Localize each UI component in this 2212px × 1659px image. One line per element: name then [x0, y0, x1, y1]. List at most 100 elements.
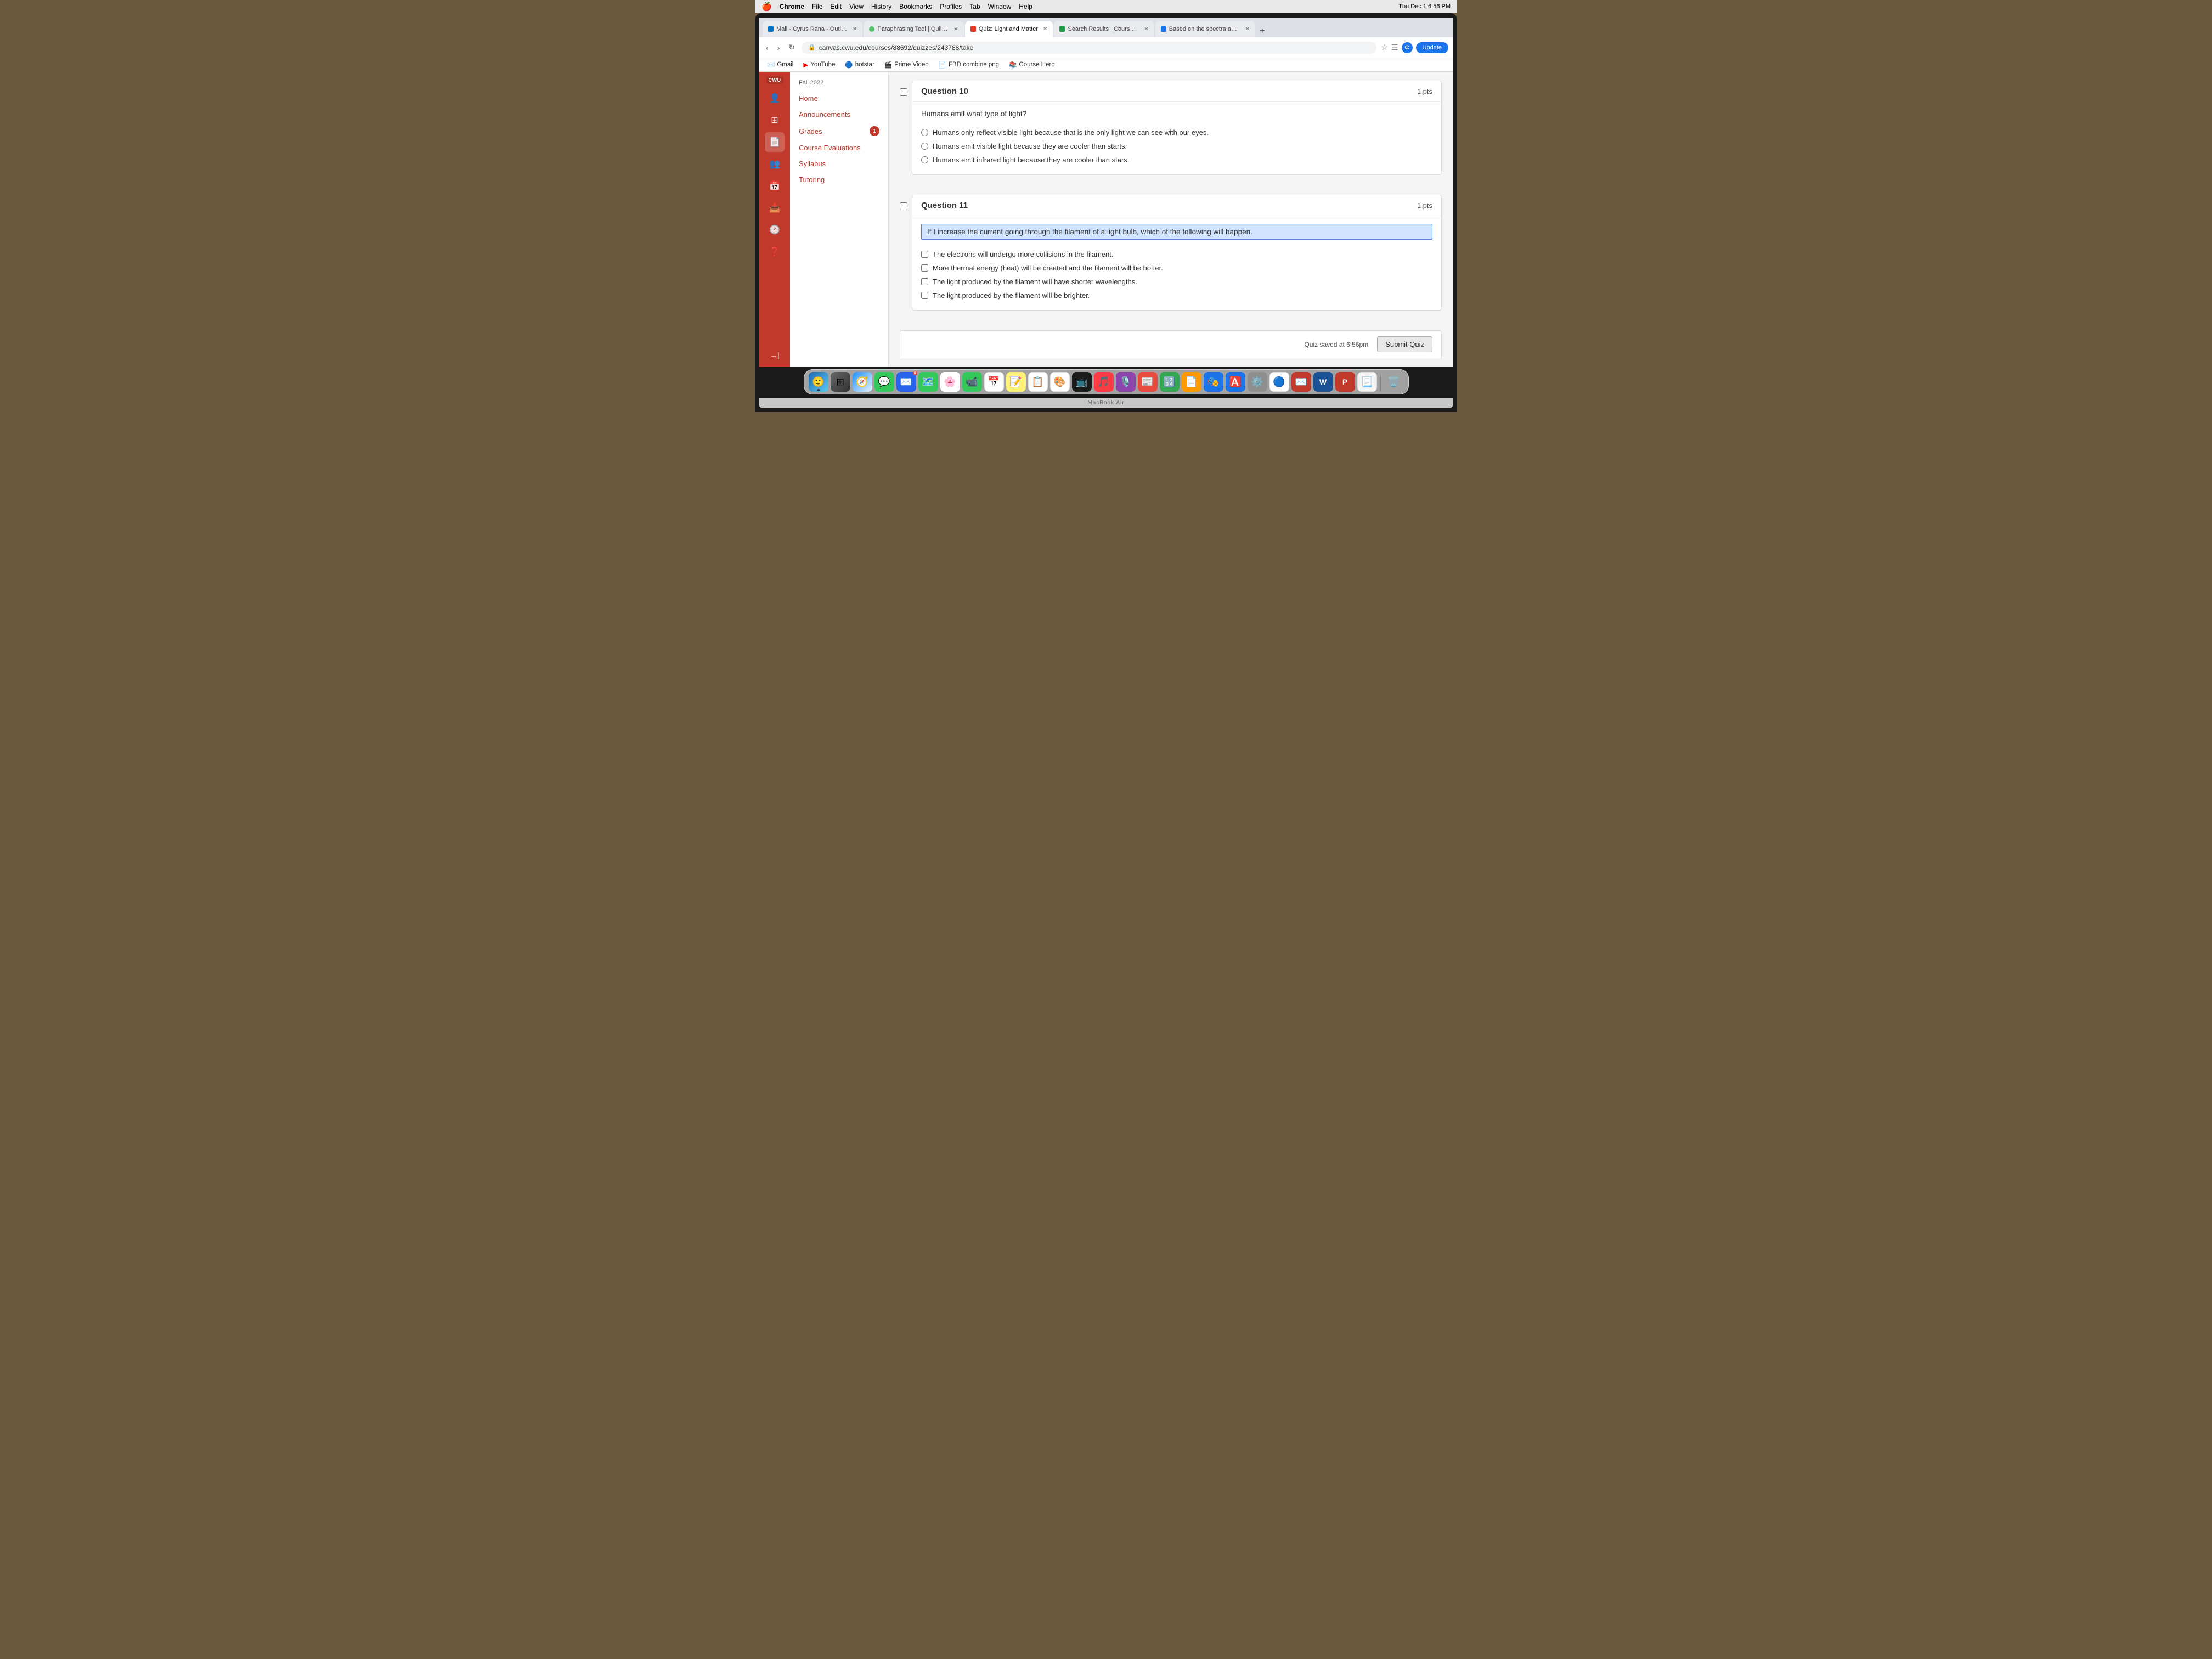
- question10-bookmark[interactable]: [900, 88, 907, 96]
- question10-option-c[interactable]: Humans emit infrared light because they …: [921, 153, 1432, 167]
- question11-checkbox-c[interactable]: [921, 278, 928, 285]
- quiz-area: Question 10 1 pts Humans emit what type …: [889, 72, 1453, 367]
- question10-radio-c[interactable]: [921, 156, 928, 163]
- tab-spectra[interactable]: Based on the spectra above, w ✕: [1155, 21, 1255, 37]
- close-tab-spectra[interactable]: ✕: [1245, 26, 1250, 32]
- forward-button[interactable]: ›: [775, 42, 782, 53]
- bookmark-coursehero[interactable]: 📚 Course Hero: [1007, 60, 1057, 70]
- bookmark-fbd[interactable]: 📄 FBD combine.png: [936, 60, 1001, 70]
- menu-file[interactable]: File: [812, 3, 822, 10]
- dock-mail2[interactable]: ✉️: [1291, 372, 1311, 392]
- dock-music[interactable]: 🎵: [1094, 372, 1114, 392]
- question10-option-b[interactable]: Humans emit visible light because they a…: [921, 139, 1432, 153]
- dock-word[interactable]: W: [1313, 372, 1333, 392]
- dock-maps[interactable]: 🗺️: [918, 372, 938, 392]
- question11-option-c[interactable]: The light produced by the filament will …: [921, 275, 1432, 289]
- url-input[interactable]: 🔒 canvas.cwu.edu/courses/88692/quizzes/2…: [802, 42, 1376, 54]
- question10-card: Question 10 1 pts Humans emit what type …: [912, 81, 1442, 175]
- nav-evaluations[interactable]: Course Evaluations: [790, 140, 888, 156]
- question11-bookmark[interactable]: [900, 202, 907, 210]
- close-tab-quillbot[interactable]: ✕: [953, 26, 958, 32]
- dock-finder[interactable]: 🙂: [809, 372, 828, 392]
- bookmark-gmail[interactable]: ✉️ Gmail: [765, 60, 795, 70]
- question10-label-c: Humans emit infrared light because they …: [933, 156, 1129, 164]
- bookmark-hotstar[interactable]: 🔵 hotstar: [843, 60, 877, 70]
- menu-edit[interactable]: Edit: [830, 3, 842, 10]
- tab-quillbot[interactable]: Paraphrasing Tool | QuillBot AI ✕: [864, 21, 963, 37]
- tab-coursehero[interactable]: Search Results | Course Hero ✕: [1054, 21, 1154, 37]
- close-tab-mail[interactable]: ✕: [853, 26, 857, 32]
- menu-tab[interactable]: Tab: [969, 3, 980, 10]
- dock-trash[interactable]: 🗑️: [1384, 372, 1404, 392]
- question11-option-a[interactable]: The electrons will undergo more collisio…: [921, 247, 1432, 261]
- sidebar-people[interactable]: 👥: [765, 154, 785, 174]
- reload-button[interactable]: ↻: [786, 42, 797, 53]
- menu-bookmarks[interactable]: Bookmarks: [899, 3, 932, 10]
- question11-option-d[interactable]: The light produced by the filament will …: [921, 289, 1432, 302]
- dock-systemprefs[interactable]: ⚙️: [1248, 372, 1267, 392]
- dock-tv[interactable]: 📺: [1072, 372, 1092, 392]
- dock-pages[interactable]: 📄: [1182, 372, 1201, 392]
- dock-photos[interactable]: 🌸: [940, 372, 960, 392]
- menu-profiles[interactable]: Profiles: [940, 3, 962, 10]
- question11-checkbox-a[interactable]: [921, 251, 928, 258]
- dock-appstore[interactable]: 🅰️: [1226, 372, 1245, 392]
- dock-safari[interactable]: 🧭: [853, 372, 872, 392]
- sidebar-calendar[interactable]: 📅: [765, 176, 785, 196]
- menu-chrome[interactable]: Chrome: [780, 3, 804, 10]
- dock-numbers[interactable]: 🔢: [1160, 372, 1180, 392]
- dock-messages[interactable]: 💬: [874, 372, 894, 392]
- question11-option-b[interactable]: More thermal energy (heat) will be creat…: [921, 261, 1432, 275]
- question10-radio-a[interactable]: [921, 129, 928, 136]
- reading-mode-icon[interactable]: ☰: [1391, 43, 1398, 52]
- sidebar-collapse-button[interactable]: →|: [766, 347, 783, 363]
- menu-window[interactable]: Window: [988, 3, 1012, 10]
- dock-notes[interactable]: 📝: [1006, 372, 1026, 392]
- profile-icon[interactable]: C: [1402, 42, 1413, 53]
- star-icon[interactable]: ☆: [1381, 43, 1388, 52]
- dock-calendar[interactable]: 📅: [984, 372, 1004, 392]
- sidebar-pages[interactable]: 📄: [765, 132, 785, 152]
- dock-news[interactable]: 📰: [1138, 372, 1158, 392]
- tab-quiz[interactable]: Quiz: Light and Matter ✕: [965, 21, 1053, 37]
- question10-option-a[interactable]: Humans only reflect visible light becaus…: [921, 126, 1432, 139]
- close-tab-coursehero[interactable]: ✕: [1144, 26, 1148, 32]
- nav-announcements[interactable]: Announcements: [790, 106, 888, 122]
- bookmark-youtube[interactable]: ▶ YouTube: [801, 60, 837, 70]
- sidebar-user[interactable]: 👤: [765, 88, 785, 108]
- update-button[interactable]: Update: [1416, 42, 1448, 53]
- sidebar-history[interactable]: 🕐: [765, 220, 785, 240]
- tab-mail[interactable]: Mail - Cyrus Rana - Outlook ✕: [763, 21, 862, 37]
- question10-radio-b[interactable]: [921, 143, 928, 150]
- sidebar-help[interactable]: ❓: [765, 242, 785, 262]
- nav-tutoring[interactable]: Tutoring: [790, 172, 888, 188]
- dock-reminders[interactable]: 📋: [1028, 372, 1048, 392]
- dock-podcasts[interactable]: 🎙️: [1116, 372, 1136, 392]
- nav-syllabus[interactable]: Syllabus: [790, 156, 888, 172]
- menu-history[interactable]: History: [871, 3, 891, 10]
- question11-checkbox-d[interactable]: [921, 292, 928, 299]
- menu-help[interactable]: Help: [1019, 3, 1032, 10]
- dock-mail[interactable]: ✉️ 6: [896, 372, 916, 392]
- sidebar-inbox[interactable]: 📥: [765, 198, 785, 218]
- sidebar-dashboard[interactable]: ⊞: [765, 110, 785, 130]
- apple-menu[interactable]: 🍎: [761, 2, 772, 12]
- dock-powerpoint[interactable]: P: [1335, 372, 1355, 392]
- back-button[interactable]: ‹: [764, 42, 771, 53]
- question11-checkbox-b[interactable]: [921, 264, 928, 272]
- bookmark-prime[interactable]: 🎬 Prime Video: [882, 60, 931, 70]
- dock-facetime[interactable]: 📹: [962, 372, 982, 392]
- canvas-sidebar: CWU 👤 ⊞ 📄 👥 📅 📥 🕐 ❓ →|: [759, 72, 790, 367]
- nav-grades[interactable]: Grades 1: [790, 122, 888, 140]
- dock-freeform[interactable]: 🎨: [1050, 372, 1070, 392]
- question10-title: Question 10: [921, 87, 968, 96]
- close-tab-quiz[interactable]: ✕: [1043, 26, 1047, 32]
- dock-keynote[interactable]: 🎭: [1204, 372, 1223, 392]
- nav-home[interactable]: Home: [790, 91, 888, 106]
- dock-script[interactable]: 📃: [1357, 372, 1377, 392]
- new-tab-button[interactable]: +: [1256, 25, 1268, 37]
- menu-view[interactable]: View: [849, 3, 864, 10]
- dock-chrome[interactable]: 🔵: [1269, 372, 1289, 392]
- submit-quiz-button[interactable]: Submit Quiz: [1377, 336, 1432, 352]
- dock-launchpad[interactable]: ⊞: [831, 372, 850, 392]
